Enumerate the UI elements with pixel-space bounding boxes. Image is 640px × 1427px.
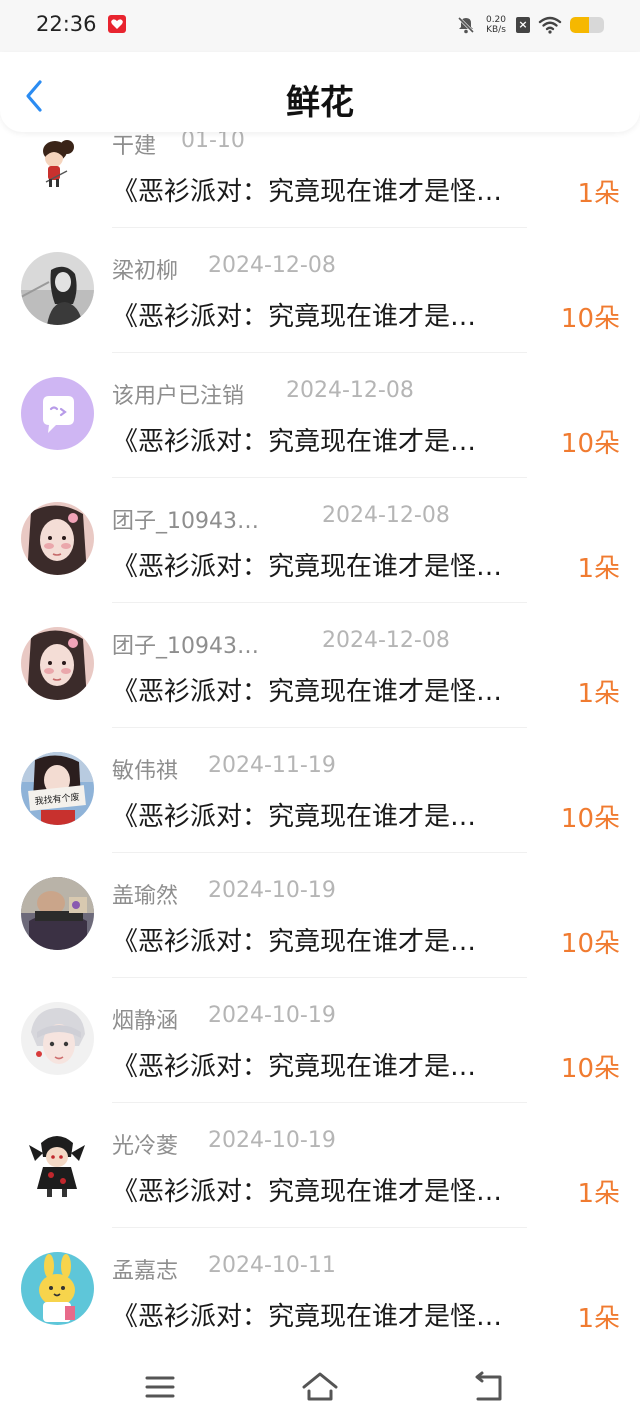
menu-icon [145,1376,175,1398]
row-title[interactable]: 《恶衫派对：究竟现在谁才是… [112,796,476,833]
row-date: 2024-12-08 [208,253,336,278]
net-speed-value: 0.20 [485,15,507,25]
row-date: 2024-12-08 [322,628,450,653]
row-user-name[interactable]: 团子_10943… [112,503,259,535]
row-user-name[interactable]: 该用户已注销 [112,378,244,410]
row-date: 2024-12-08 [286,378,414,403]
row-title[interactable]: 《恶衫派对：究竟现在谁才是怪… [112,171,502,208]
avatar[interactable] [21,877,94,950]
row-flower-count: 1朵 [577,679,620,709]
row-user-name[interactable]: 团子_10943… [112,628,259,660]
row-flower-count: 10朵 [560,304,620,334]
row-title[interactable]: 《恶衫派对：究竟现在谁才是… [112,296,476,333]
wifi-icon [538,16,562,34]
row-date: 2024-11-19 [208,753,336,778]
list-item[interactable]: 团子_10943… 2024-12-08 《恶衫派对：究竟现在谁才是怪… 1朵 [0,501,640,626]
row-user-name[interactable]: 梁初柳 [112,253,178,285]
row-divider [112,1227,527,1228]
row-date: 2024-10-19 [208,878,336,903]
status-time: 22:36 [36,12,97,36]
row-title[interactable]: 《恶衫派对：究竟现在谁才是… [112,1046,476,1083]
row-user-name[interactable]: 敏伟祺 [112,753,178,785]
row-flower-count: 1朵 [577,179,620,209]
row-user-name[interactable]: 烟静涵 [112,1003,178,1035]
row-user-name[interactable]: 干建 [112,128,156,160]
row-divider [112,602,527,603]
avatar[interactable] [21,252,94,325]
row-flower-count: 10朵 [560,429,620,459]
row-divider [112,977,527,978]
back-icon [475,1371,502,1401]
list-item[interactable]: 我找有个废 敏伟祺 2024-11-19 《恶衫派对：究竟现在谁才是… 10朵 [0,751,640,876]
row-divider [112,352,527,353]
row-flower-count: 10朵 [560,1054,620,1084]
menu-button[interactable] [140,1369,180,1405]
page-title: 鲜花 [286,83,354,123]
row-divider [112,727,527,728]
status-bar: 22:36 0.20 KB/s × [0,0,640,52]
row-title[interactable]: 《恶衫派对：究竟现在谁才是怪… [112,671,502,708]
row-flower-count: 1朵 [577,554,620,584]
row-flower-count: 10朵 [560,804,620,834]
row-flower-count: 1朵 [577,1179,620,1209]
system-nav-bar [0,1351,640,1427]
header: 鲜花 [0,52,640,132]
net-speed: 0.20 KB/s [484,15,508,35]
row-flower-count: 10朵 [560,929,620,959]
bell-off-icon [457,16,475,34]
battery-level [570,17,589,33]
notification-app-icon [108,15,126,33]
list-item[interactable]: 盖瑜然 2024-10-19 《恶衫派对：究竟现在谁才是… 10朵 [0,876,640,1001]
row-divider [112,227,527,228]
avatar[interactable] [21,1002,94,1075]
row-title[interactable]: 《恶衫派对：究竟现在谁才是怪… [112,1296,502,1333]
avatar[interactable]: 我找有个废 [21,752,94,825]
row-date: 2024-10-19 [208,1003,336,1028]
avatar[interactable] [21,127,94,200]
row-date: 2024-10-11 [208,1253,336,1278]
list-item[interactable]: 干建 01-10 《恶衫派对：究竟现在谁才是怪… 1朵 [0,126,640,251]
avatar[interactable] [21,627,94,700]
net-speed-unit: KB/s [486,25,506,35]
home-button[interactable] [300,1369,340,1405]
avatar[interactable] [21,377,94,450]
row-user-name[interactable]: 盖瑜然 [112,878,178,910]
row-flower-count: 1朵 [577,1304,620,1334]
list-item[interactable]: 团子_10943… 2024-12-08 《恶衫派对：究竟现在谁才是怪… 1朵 [0,626,640,751]
row-title[interactable]: 《恶衫派对：究竟现在谁才是怪… [112,1171,502,1208]
avatar[interactable] [21,1127,94,1200]
row-user-name[interactable]: 孟嘉志 [112,1253,178,1285]
row-date: 2024-12-08 [322,503,450,528]
row-title[interactable]: 《恶衫派对：究竟现在谁才是… [112,421,476,458]
row-user-name[interactable]: 光冷菱 [112,1128,178,1160]
row-title[interactable]: 《恶衫派对：究竟现在谁才是怪… [112,546,502,583]
row-divider [112,852,527,853]
list-item[interactable]: 梁初柳 2024-12-08 《恶衫派对：究竟现在谁才是… 10朵 [0,251,640,376]
battery-icon [570,17,604,33]
list-item[interactable]: 孟嘉志 2024-10-11 《恶衫派对：究竟现在谁才是怪… 1朵 [0,1251,640,1351]
list-item[interactable]: 烟静涵 2024-10-19 《恶衫派对：究竟现在谁才是… 10朵 [0,1001,640,1126]
list-item[interactable]: 该用户已注销 2024-12-08 《恶衫派对：究竟现在谁才是… 10朵 [0,376,640,501]
flower-gift-list[interactable]: 干建 01-10 《恶衫派对：究竟现在谁才是怪… 1朵 梁初柳 2024-12-… [0,126,640,1351]
row-date: 2024-10-19 [208,1128,336,1153]
no-sim-icon: × [516,17,530,33]
row-title[interactable]: 《恶衫派对：究竟现在谁才是… [112,921,476,958]
system-back-button[interactable] [468,1369,508,1405]
status-icons: 0.20 KB/s × [456,13,604,37]
row-divider [112,1102,527,1103]
row-divider [112,477,527,478]
avatar[interactable] [21,1252,94,1325]
home-icon [302,1372,338,1401]
avatar[interactable] [21,502,94,575]
list-item[interactable]: 光冷菱 2024-10-19 《恶衫派对：究竟现在谁才是怪… 1朵 [0,1126,640,1251]
